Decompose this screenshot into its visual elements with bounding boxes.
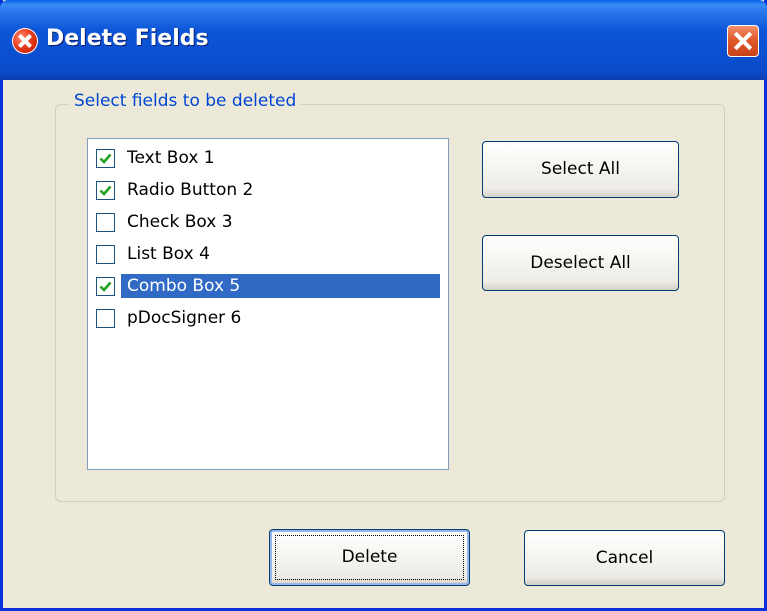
checkmark-icon <box>99 153 112 164</box>
deselect-all-button[interactable]: Deselect All <box>482 235 679 291</box>
list-item[interactable]: Text Box 1 <box>91 142 445 174</box>
delete-fields-dialog: Delete Fields Select fields to be delete… <box>0 0 767 611</box>
field-checkbox[interactable] <box>96 213 115 232</box>
close-button[interactable] <box>727 25 759 57</box>
checkmark-icon <box>99 281 112 292</box>
checkmark-icon <box>99 185 112 196</box>
field-label: Check Box 3 <box>127 212 233 232</box>
field-checkbox[interactable] <box>96 277 115 296</box>
list-item[interactable]: List Box 4 <box>91 238 445 270</box>
select-all-button[interactable]: Select All <box>482 141 679 198</box>
field-label: pDocSigner 6 <box>127 308 242 328</box>
title-bar[interactable]: Delete Fields <box>0 0 767 80</box>
fields-listbox[interactable]: Text Box 1 Radio Button 2 Check Box 3 List … <box>87 138 449 470</box>
window-title: Delete Fields <box>46 26 209 51</box>
field-checkbox[interactable] <box>96 149 115 168</box>
field-label: List Box 4 <box>127 244 210 264</box>
list-item[interactable]: Check Box 3 <box>91 206 445 238</box>
field-label: Radio Button 2 <box>127 180 254 200</box>
list-item[interactable]: Radio Button 2 <box>91 174 445 206</box>
cancel-button[interactable]: Cancel <box>524 530 725 586</box>
delete-button[interactable]: Delete <box>269 529 470 586</box>
field-label: Combo Box 5 <box>121 274 440 298</box>
group-legend: Select fields to be deleted <box>69 91 302 111</box>
field-checkbox[interactable] <box>96 181 115 200</box>
error-icon <box>12 28 38 54</box>
list-item[interactable]: pDocSigner 6 <box>91 302 445 334</box>
field-label: Text Box 1 <box>127 148 215 168</box>
list-item[interactable]: Combo Box 5 <box>91 270 445 302</box>
field-checkbox[interactable] <box>96 309 115 328</box>
field-checkbox[interactable] <box>96 245 115 264</box>
